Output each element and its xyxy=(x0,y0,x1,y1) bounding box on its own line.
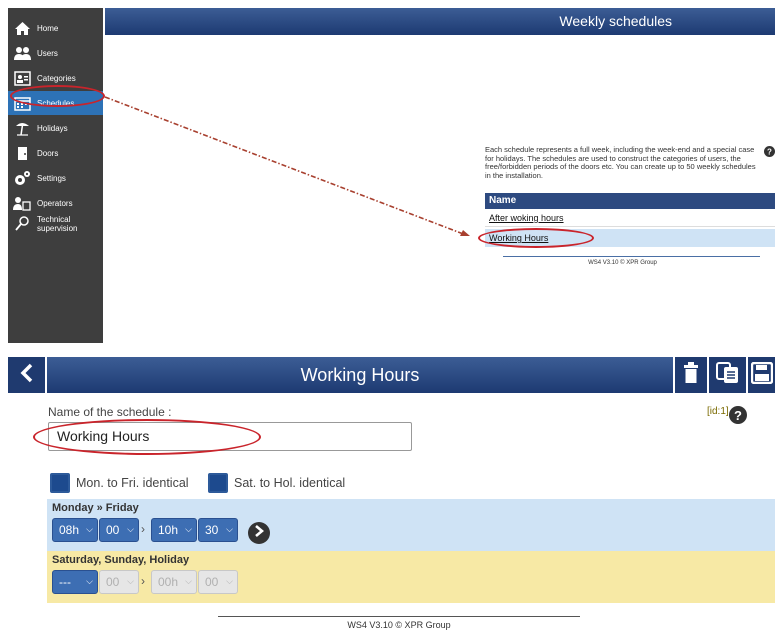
weekday-start-minute-select[interactable]: 00 ⌵ xyxy=(99,518,139,542)
weekend-start-hour-select[interactable]: --- ⌵ xyxy=(52,570,98,594)
chevron-down-icon: ⌵ xyxy=(226,524,233,534)
mon-fri-identical-label: Mon. to Fri. identical xyxy=(76,476,189,490)
range-arrow-icon: › xyxy=(141,522,145,536)
weekday-start-hour-select[interactable]: 08h ⌵ xyxy=(52,518,98,542)
weekend-end-hour-select: 00h ⌵ xyxy=(151,570,197,594)
range-arrow-icon: › xyxy=(141,574,145,588)
trash-icon xyxy=(683,361,699,389)
back-button[interactable] xyxy=(8,357,45,393)
chevron-left-icon xyxy=(19,363,35,388)
weekend-end-minute-select: 00 ⌵ xyxy=(198,570,238,594)
weekday-end-minute-select[interactable]: 30 ⌵ xyxy=(198,518,238,542)
select-value: 10h xyxy=(158,523,179,537)
edit-page-title: Working Hours xyxy=(300,365,420,385)
footer-divider xyxy=(218,616,580,617)
edit-header-bar: Working Hours xyxy=(47,357,673,393)
add-period-button[interactable] xyxy=(248,522,270,544)
help-icon[interactable]: ? xyxy=(729,406,747,424)
weekend-start-minute-select: 00 ⌵ xyxy=(99,570,139,594)
schedule-name-input[interactable]: Working Hours xyxy=(48,422,412,451)
svg-text:?: ? xyxy=(734,408,742,423)
chevron-down-icon: ⌵ xyxy=(127,524,134,534)
select-value: 30 xyxy=(205,523,219,537)
select-value: 00 xyxy=(106,575,120,589)
save-icon xyxy=(750,361,773,389)
footer-text: WS4 V3.10 © XPR Group xyxy=(347,620,451,630)
select-value: 00h xyxy=(158,575,179,589)
chevron-down-icon: ⌵ xyxy=(86,576,93,586)
chevron-down-icon: ⌵ xyxy=(185,576,192,586)
chevron-down-icon: ⌵ xyxy=(86,524,93,534)
chevron-down-icon: ⌵ xyxy=(226,576,233,586)
copy-icon xyxy=(715,361,740,389)
weekday-title: Monday » Friday xyxy=(52,502,139,514)
select-value: 00 xyxy=(106,523,120,537)
select-value: 00 xyxy=(205,575,219,589)
record-id: [id:1] xyxy=(707,406,729,417)
save-button[interactable] xyxy=(748,357,775,393)
select-value: --- xyxy=(59,575,71,589)
chevron-right-icon xyxy=(254,524,265,542)
weekday-end-hour-select[interactable]: 10h ⌵ xyxy=(151,518,197,542)
sat-hol-identical-checkbox[interactable] xyxy=(208,473,228,493)
sat-hol-identical-label: Sat. to Hol. identical xyxy=(234,476,346,490)
select-value: 08h xyxy=(59,523,80,537)
copy-button[interactable] xyxy=(709,357,746,393)
chevron-down-icon: ⌵ xyxy=(127,576,134,586)
chevron-down-icon: ⌵ xyxy=(185,524,192,534)
weekend-title: Saturday, Sunday, Holiday xyxy=(52,554,190,566)
mon-fri-identical-checkbox[interactable] xyxy=(50,473,70,493)
schedule-name-label: Name of the schedule : xyxy=(48,405,172,419)
delete-button[interactable] xyxy=(675,357,707,393)
